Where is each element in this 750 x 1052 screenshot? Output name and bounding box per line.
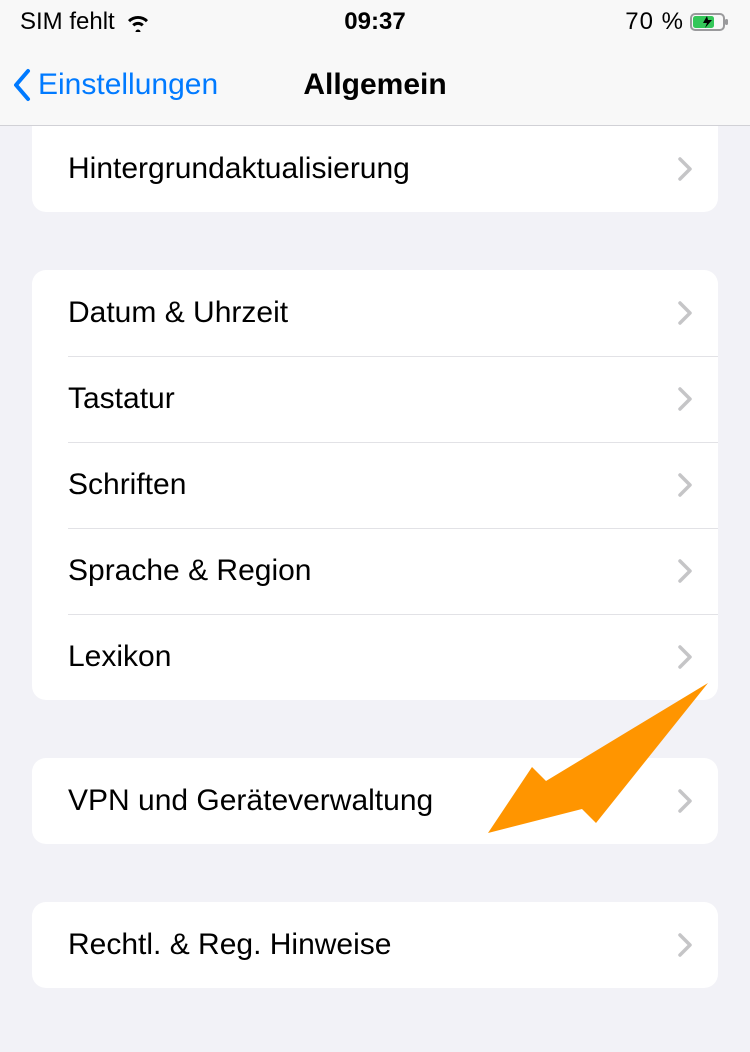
status-left: SIM fehlt <box>20 8 151 36</box>
settings-section: VPN und Geräteverwaltung <box>32 758 718 844</box>
status-bar: SIM fehlt 09:37 70 % <box>0 0 750 44</box>
status-time: 09:37 <box>344 8 405 36</box>
back-label: Einstellungen <box>38 68 218 102</box>
chevron-right-icon <box>678 473 692 497</box>
chevron-right-icon <box>678 559 692 583</box>
settings-section: Datum & Uhrzeit Tastatur Schriften Sprache … <box>32 270 718 700</box>
back-chevron-icon <box>12 68 32 102</box>
row-label: Lexikon <box>68 640 171 674</box>
status-battery-percentage: 70 % <box>625 8 684 36</box>
row-background-app-refresh[interactable]: Hintergrundaktualisierung <box>32 126 718 212</box>
nav-bar: Einstellungen Allgemein <box>0 44 750 126</box>
row-label: Schriften <box>68 468 186 502</box>
status-right: 70 % <box>625 8 730 36</box>
row-fonts[interactable]: Schriften <box>32 442 718 528</box>
chevron-right-icon <box>678 301 692 325</box>
row-dictionary[interactable]: Lexikon <box>32 614 718 700</box>
nav-title: Allgemein <box>303 68 446 102</box>
row-label: Hintergrundaktualisierung <box>68 152 410 186</box>
chevron-right-icon <box>678 789 692 813</box>
battery-icon <box>690 12 730 32</box>
chevron-right-icon <box>678 387 692 411</box>
row-label: Datum & Uhrzeit <box>68 296 288 330</box>
settings-section: Hintergrundaktualisierung <box>32 126 718 212</box>
row-language-region[interactable]: Sprache & Region <box>32 528 718 614</box>
chevron-right-icon <box>678 645 692 669</box>
settings-section: Rechtl. & Reg. Hinweise <box>32 902 718 988</box>
row-label: VPN und Geräteverwaltung <box>68 784 433 818</box>
row-label: Sprache & Region <box>68 554 312 588</box>
back-button[interactable]: Einstellungen <box>12 68 218 102</box>
row-vpn-device-management[interactable]: VPN und Geräteverwaltung <box>32 758 718 844</box>
row-legal-regulatory[interactable]: Rechtl. & Reg. Hinweise <box>32 902 718 988</box>
row-label: Rechtl. & Reg. Hinweise <box>68 928 391 962</box>
row-date-time[interactable]: Datum & Uhrzeit <box>32 270 718 356</box>
chevron-right-icon <box>678 157 692 181</box>
row-label: Tastatur <box>68 382 175 416</box>
status-sim: SIM fehlt <box>20 8 115 36</box>
row-keyboard[interactable]: Tastatur <box>32 356 718 442</box>
content: Hintergrundaktualisierung Datum & Uhrzeit… <box>0 126 750 988</box>
chevron-right-icon <box>678 933 692 957</box>
wifi-icon <box>125 12 151 32</box>
